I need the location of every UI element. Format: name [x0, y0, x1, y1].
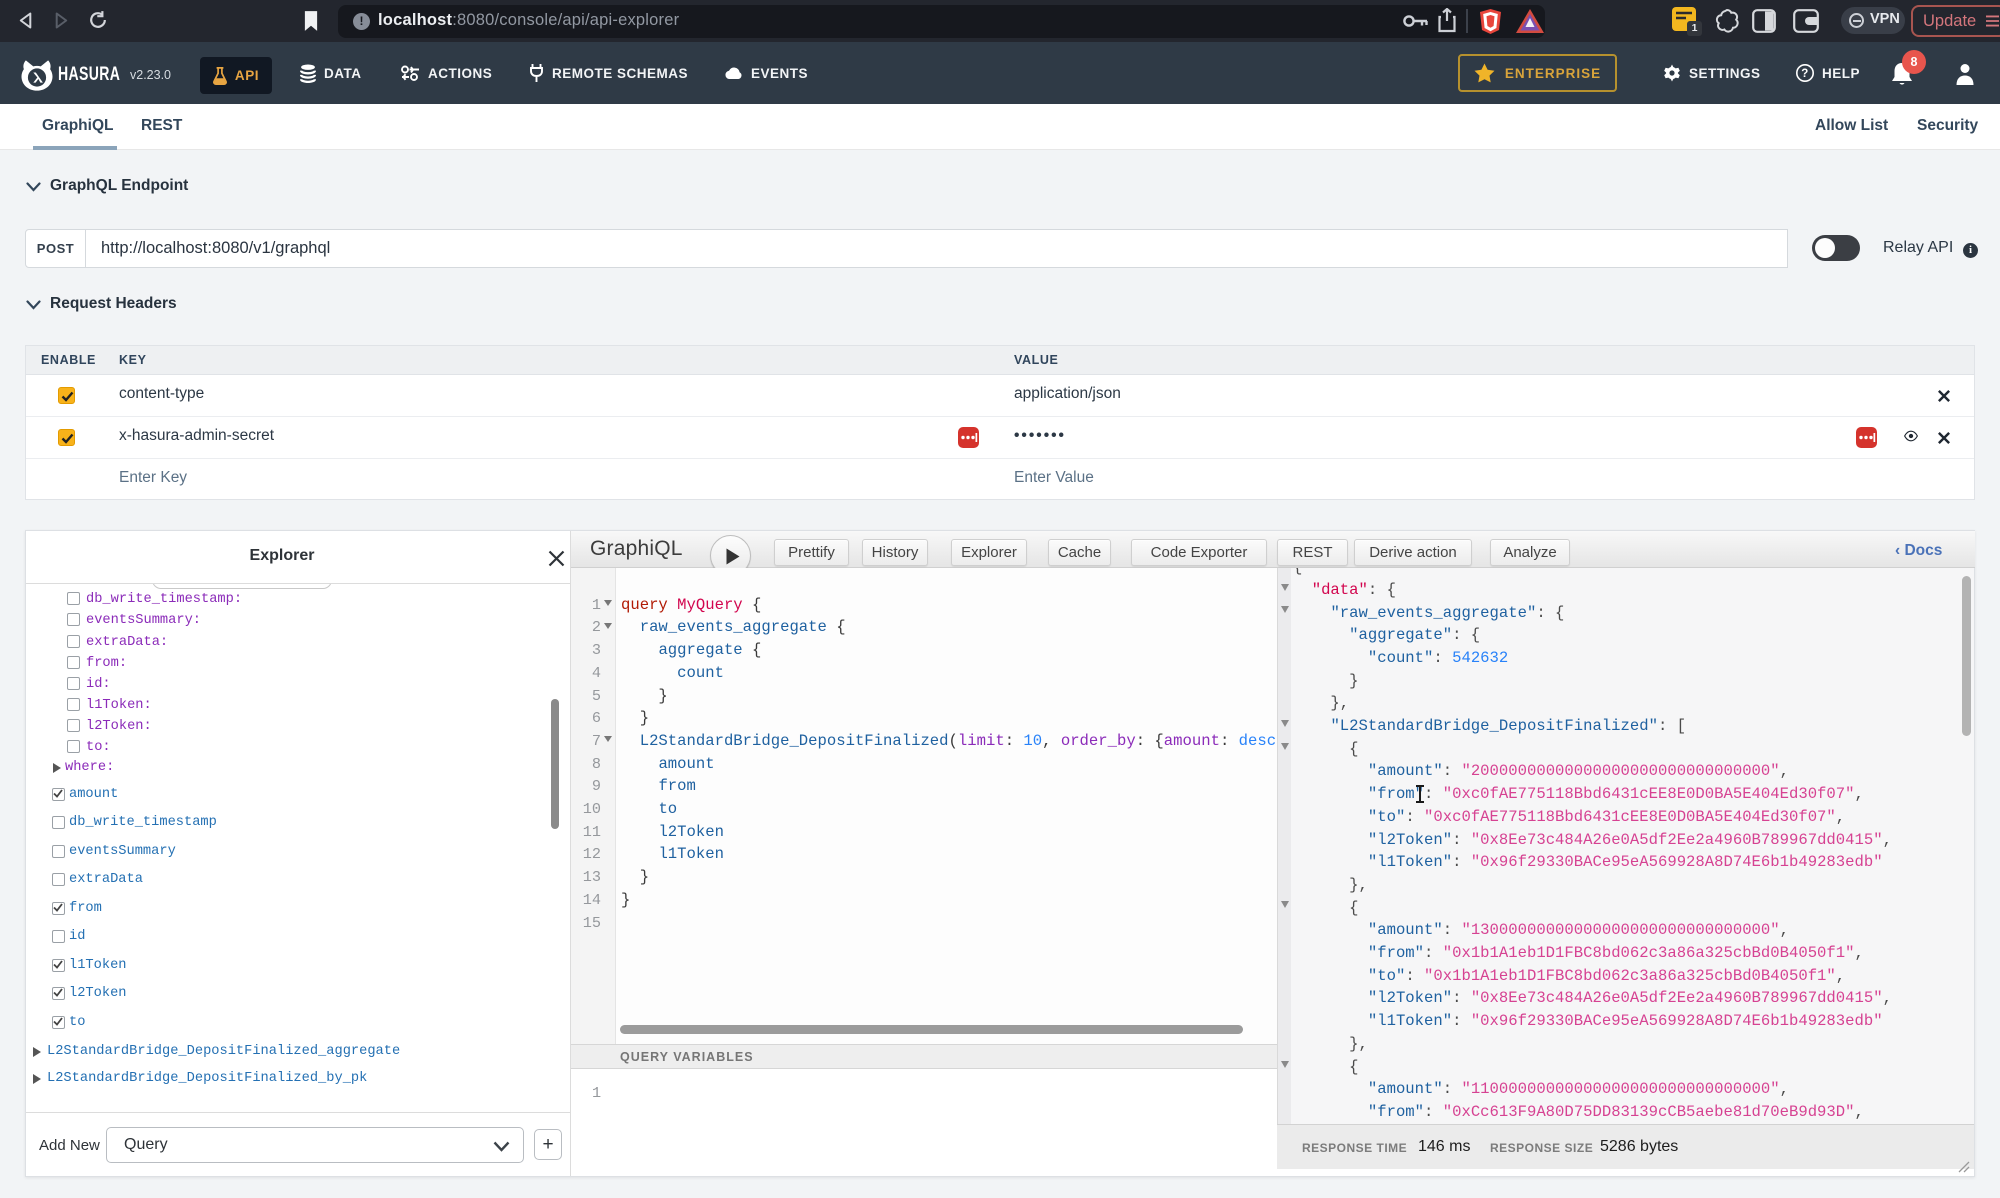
- svg-text:?: ?: [1801, 68, 1809, 80]
